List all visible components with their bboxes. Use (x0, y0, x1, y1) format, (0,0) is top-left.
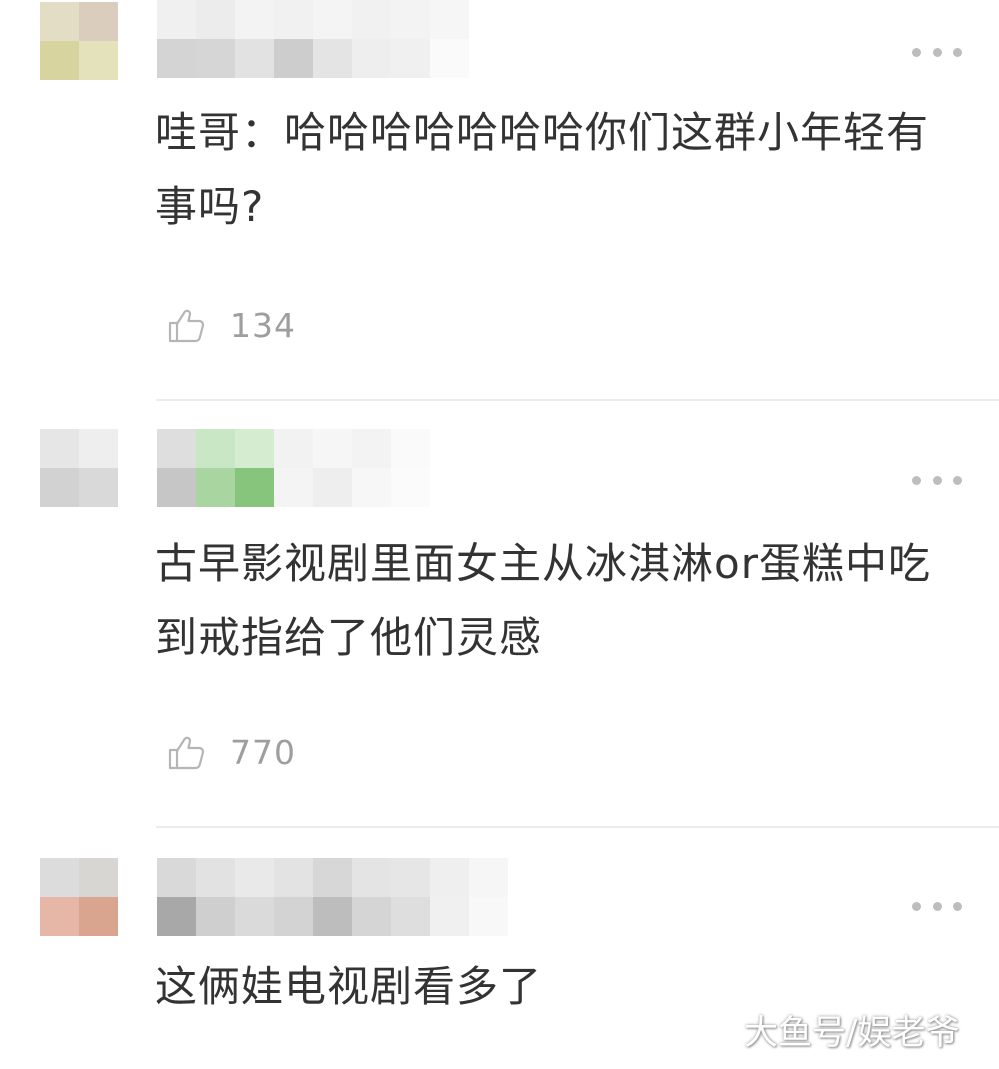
mosaic-block (157, 858, 196, 897)
more-dots-icon (912, 47, 921, 57)
avatar[interactable] (40, 429, 118, 507)
mosaic-block (40, 41, 79, 80)
mosaic-block (196, 39, 235, 78)
comment-text: 古早影视剧里面女主从冰淇淋or蛋糕中吃到戒指给了他们灵感 (155, 539, 931, 662)
mosaic-block (274, 468, 313, 507)
mosaic-block (430, 897, 469, 936)
like-count: 134 (230, 305, 296, 345)
comment-text: 哇哥：哈哈哈哈哈哈哈你们这群小年轻有事吗? (155, 108, 930, 231)
mosaic-block (235, 897, 274, 936)
mosaic-block (313, 429, 352, 468)
mosaic-block (391, 39, 430, 78)
mosaic-block (391, 858, 430, 897)
mosaic-block (79, 468, 118, 507)
mosaic-block (352, 897, 391, 936)
mosaic-block (274, 429, 313, 468)
mosaic-block (40, 429, 79, 468)
mosaic-block (313, 39, 352, 78)
mosaic-block (40, 468, 79, 507)
mosaic-block (313, 0, 352, 39)
mosaic-block (40, 858, 79, 897)
mosaic-block (430, 0, 469, 39)
like-count: 770 (230, 732, 296, 772)
mosaic-block (313, 858, 352, 897)
mosaic-block (430, 39, 469, 78)
mosaic-block (196, 897, 235, 936)
mosaic-block (469, 858, 508, 897)
mosaic-block (391, 0, 430, 39)
thumbs-up-icon (168, 736, 205, 770)
mosaic-block (352, 0, 391, 39)
more-dots-icon (912, 475, 921, 485)
mosaic-block (469, 897, 508, 936)
mosaic-block (391, 429, 430, 468)
comment-item: 古早影视剧里面女主从冰淇淋or蛋糕中吃到戒指给了他们灵感 770 (0, 401, 999, 826)
mosaic-block (313, 468, 352, 507)
mosaic-block (79, 2, 118, 41)
avatar[interactable] (40, 2, 118, 80)
mosaic-block (79, 429, 118, 468)
watermark: 大鱼号/娱老爷 (744, 1013, 960, 1053)
mosaic-block (391, 897, 430, 936)
username-blurred[interactable] (157, 858, 508, 936)
more-options-button[interactable] (912, 470, 962, 490)
username-blurred[interactable] (157, 429, 430, 507)
mosaic-block (157, 429, 196, 468)
mosaic-block (352, 468, 391, 507)
mosaic-block (196, 468, 235, 507)
mosaic-block (79, 41, 118, 80)
username-blurred[interactable] (157, 0, 469, 78)
more-options-button[interactable] (912, 896, 962, 916)
mosaic-block (235, 468, 274, 507)
more-options-button[interactable] (912, 42, 962, 62)
mosaic-block (391, 468, 430, 507)
more-dots-icon (912, 901, 921, 911)
mosaic-block (157, 39, 196, 78)
mosaic-block (274, 858, 313, 897)
avatar[interactable] (40, 858, 118, 936)
mosaic-block (196, 0, 235, 39)
like-button[interactable]: 134 (166, 302, 296, 348)
mosaic-block (157, 0, 196, 39)
mosaic-block (196, 429, 235, 468)
thumbs-up-icon (168, 309, 205, 343)
like-button[interactable]: 770 (166, 729, 296, 775)
mosaic-block (79, 858, 118, 897)
mosaic-block (352, 858, 391, 897)
mosaic-block (235, 858, 274, 897)
mosaic-block (40, 897, 79, 936)
mosaic-block (235, 429, 274, 468)
mosaic-block (274, 897, 313, 936)
mosaic-block (235, 39, 274, 78)
mosaic-block (274, 39, 313, 78)
mosaic-block (274, 0, 313, 39)
mosaic-block (235, 0, 274, 39)
mosaic-block (40, 2, 79, 41)
mosaic-block (157, 468, 196, 507)
mosaic-block (157, 897, 196, 936)
mosaic-block (79, 897, 118, 936)
mosaic-block (352, 39, 391, 78)
comment-item: 哇哥：哈哈哈哈哈哈哈你们这群小年轻有事吗? 134 (0, 0, 999, 400)
mosaic-block (352, 429, 391, 468)
mosaic-block (430, 858, 469, 897)
mosaic-block (196, 858, 235, 897)
mosaic-block (313, 897, 352, 936)
